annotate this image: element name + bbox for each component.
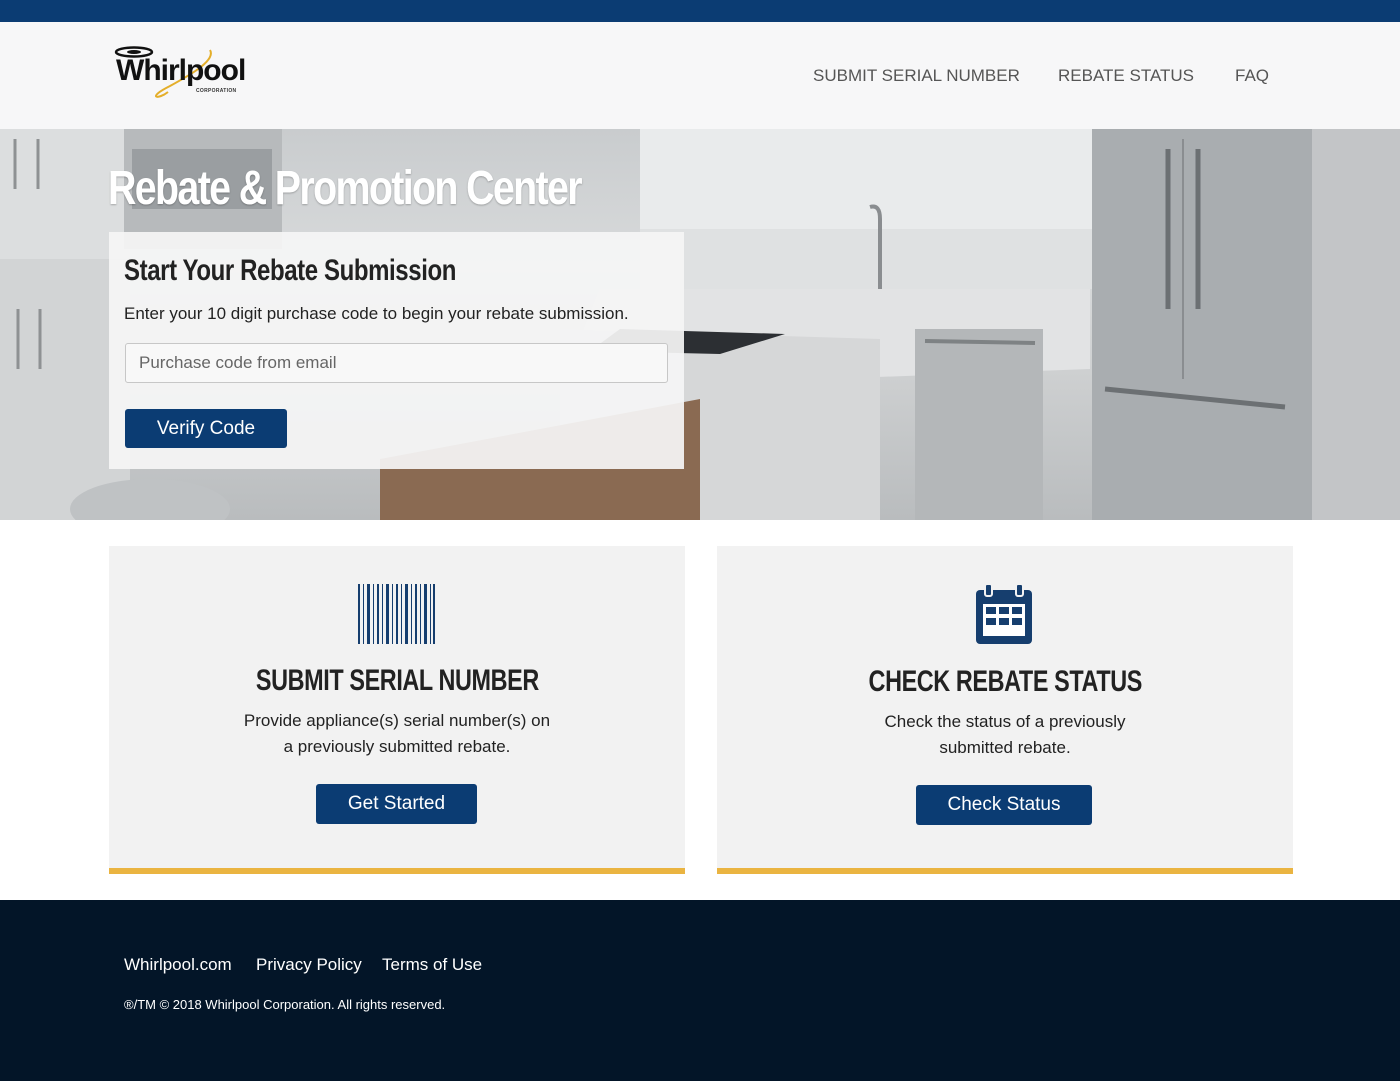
rebate-submission-description: Enter your 10 digit purchase code to beg… — [124, 304, 629, 323]
rebate-submission-heading: Start Your Rebate Submission — [124, 254, 456, 287]
footer-link-whirlpool[interactable]: Whirlpool.com — [124, 955, 232, 975]
check-rebate-status-title: CHECK REBATE STATUS — [868, 665, 1142, 698]
site-header: Whirlpool CORPORATION SUBMIT SERIAL NUMB… — [0, 22, 1400, 129]
check-status-button[interactable]: Check Status — [916, 785, 1092, 825]
calendar-icon — [976, 584, 1032, 644]
nav-submit-serial-number[interactable]: SUBMIT SERIAL NUMBER — [813, 66, 1020, 90]
nav-faq[interactable]: FAQ — [1235, 66, 1269, 90]
check-rebate-status-panel: CHECK REBATE STATUS Check the status of … — [717, 546, 1293, 874]
description-line-2: a previously submitted rebate. — [283, 737, 511, 756]
hero-banner: Rebate & Promotion Center Start Your Reb… — [0, 129, 1400, 520]
submit-serial-number-description: Provide appliance(s) serial number(s) on… — [229, 708, 565, 760]
footer-link-privacy-policy[interactable]: Privacy Policy — [256, 955, 362, 975]
top-accent-bar — [0, 0, 1400, 22]
rebate-submission-card: Start Your Rebate Submission Enter your … — [109, 232, 684, 469]
logo-wordmark: Whirlpool — [116, 54, 246, 87]
footer-link-terms-of-use[interactable]: Terms of Use — [382, 955, 482, 975]
whirlpool-logo[interactable]: Whirlpool CORPORATION — [112, 46, 246, 106]
submit-serial-number-panel: SUBMIT SERIAL NUMBER Provide appliance(s… — [109, 546, 685, 874]
get-started-button[interactable]: Get Started — [316, 784, 477, 824]
purchase-code-input[interactable] — [125, 343, 668, 383]
site-footer: Whirlpool.com Privacy Policy Terms of Us… — [0, 900, 1400, 1081]
description-line-1: Check the status of a previously — [884, 712, 1126, 731]
check-rebate-status-description: Check the status of a previously submitt… — [837, 709, 1173, 761]
nav-rebate-status[interactable]: REBATE STATUS — [1058, 66, 1194, 90]
description-line-1: Provide appliance(s) serial number(s) on — [243, 711, 551, 730]
copyright-notice: ®/TM © 2018 Whirlpool Corporation. All r… — [124, 997, 446, 1012]
page-title: Rebate & Promotion Center — [108, 162, 583, 215]
logo-subtext: CORPORATION — [196, 88, 237, 94]
verify-code-button[interactable]: Verify Code — [125, 409, 287, 448]
description-line-2: submitted rebate. — [939, 738, 1071, 757]
submit-serial-number-title: SUBMIT SERIAL NUMBER — [255, 664, 539, 697]
barcode-icon — [358, 584, 435, 644]
